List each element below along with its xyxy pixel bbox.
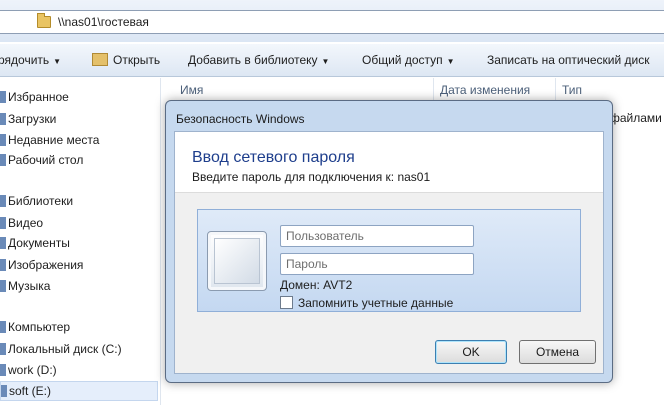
column-separator[interactable] — [555, 78, 556, 102]
location-icon — [0, 113, 6, 125]
open-folder-icon — [92, 53, 108, 66]
share-button[interactable]: Общий доступ ▼ — [362, 53, 455, 67]
sidebar-label: Рабочий стол — [8, 153, 84, 167]
sidebar-item[interactable]: work (D:) — [0, 363, 57, 377]
username-input[interactable] — [280, 225, 474, 247]
location-icon — [0, 154, 6, 166]
location-icon — [0, 259, 6, 271]
sidebar-label: Видео — [8, 216, 44, 230]
location-icon — [1, 385, 7, 397]
user-tile-icon — [207, 231, 267, 291]
cancel-button[interactable]: Отмена — [519, 340, 596, 364]
chevron-down-icon: ▼ — [53, 57, 62, 66]
sidebar-item[interactable]: Изображения — [0, 258, 83, 272]
add-to-library-button[interactable]: Добавить в библиотеку ▼ — [188, 53, 329, 67]
dialog-heading: Ввод сетевого пароля — [192, 149, 355, 166]
group-icon — [0, 195, 6, 207]
address-path[interactable]: \\nas01\гостевая — [58, 15, 149, 29]
user-picture — [214, 238, 260, 284]
organize-button[interactable]: рядочить ▼ — [0, 53, 61, 67]
sidebar-label: Компьютер — [8, 320, 71, 334]
pane-divider[interactable] — [160, 78, 161, 405]
location-icon — [0, 237, 6, 249]
group-icon — [0, 91, 6, 103]
password-input[interactable] — [280, 253, 474, 275]
dialog-body: Ввод сетевого пароля Введите пароль для … — [174, 131, 604, 374]
sidebar-header[interactable]: Избранное — [0, 90, 69, 104]
windows-security-dialog: Безопасность Windows Ввод сетевого парол… — [165, 100, 613, 383]
sidebar-item[interactable]: Видео — [0, 216, 43, 230]
sidebar-item[interactable]: Рабочий стол — [0, 153, 83, 167]
sidebar-label: Недавние места — [8, 133, 100, 147]
domain-label: Домен: AVT2 — [280, 278, 353, 292]
location-icon — [0, 364, 6, 376]
sidebar-label: work (D:) — [8, 363, 57, 377]
burn-button[interactable]: Записать на оптический диск — [487, 53, 650, 67]
chevron-down-icon: ▼ — [321, 57, 330, 66]
column-separator[interactable] — [433, 78, 434, 102]
remember-label: Запомнить учетные данные — [298, 296, 454, 310]
sidebar-header[interactable]: Библиотеки — [0, 194, 73, 208]
sidebar-label: Локальный диск (C:) — [8, 342, 122, 356]
group-icon — [0, 321, 6, 333]
sidebar-item[interactable]: Музыка — [0, 279, 50, 293]
sidebar-item[interactable]: Локальный диск (C:) — [0, 342, 122, 356]
column-header-type[interactable]: Тип — [562, 83, 582, 97]
dialog-header: Ввод сетевого пароля Введите пароль для … — [175, 132, 603, 193]
sidebar-label: Музыка — [8, 279, 51, 293]
chevron-down-icon: ▼ — [446, 57, 455, 66]
column-header-date[interactable]: Дата изменения — [440, 83, 530, 97]
sidebar-item[interactable]: Загрузки — [0, 112, 56, 126]
ok-button[interactable]: OK — [435, 340, 507, 364]
address-bar-area: \\nas01\гостевая — [0, 0, 664, 42]
location-icon — [0, 280, 6, 292]
sidebar-label: Библиотеки — [8, 194, 74, 208]
dialog-title: Безопасность Windows — [176, 112, 305, 126]
remember-credentials-checkbox[interactable]: Запомнить учетные данные — [280, 296, 453, 310]
location-icon — [0, 217, 6, 229]
sidebar-label: Изображения — [8, 258, 84, 272]
sidebar-item[interactable]: soft (E:) — [0, 381, 158, 401]
location-icon — [0, 343, 6, 355]
sidebar-label: Документы — [8, 236, 70, 250]
sidebar-item[interactable]: Документы — [0, 236, 70, 250]
file-type-cell: файлами — [610, 111, 662, 125]
folder-icon — [37, 13, 51, 28]
sidebar-label: Загрузки — [8, 112, 57, 126]
sidebar-header[interactable]: Компьютер — [0, 320, 70, 334]
sidebar-item[interactable]: Недавние места — [0, 133, 99, 147]
checkbox-box[interactable] — [280, 296, 293, 309]
open-button[interactable]: Открыть — [92, 53, 160, 67]
command-bar: рядочить ▼ Открыть Добавить в библиотеку ▼… — [0, 44, 664, 77]
column-header-name[interactable]: Имя — [180, 83, 203, 97]
location-icon — [0, 134, 6, 146]
credential-tile: Домен: AVT2 Запомнить учетные данные — [197, 209, 581, 312]
dialog-subheading: Введите пароль для подключения к: nas01 — [192, 170, 431, 184]
sidebar-label: soft (E:) — [9, 384, 52, 398]
sidebar-label: Избранное — [8, 90, 69, 104]
